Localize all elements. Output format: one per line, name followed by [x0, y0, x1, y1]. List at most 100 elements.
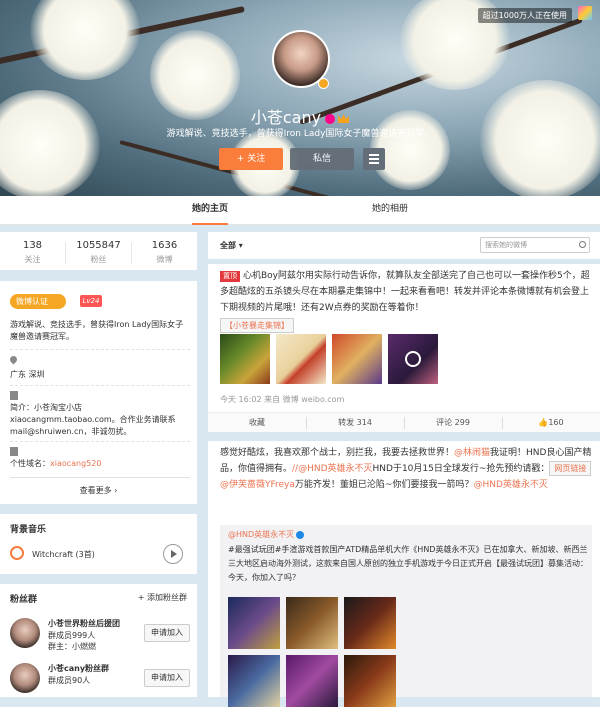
post-image[interactable]: [344, 597, 396, 649]
level-badge[interactable]: Lv24: [80, 295, 102, 307]
music-card: 背景音乐 Witchcraft (3首): [0, 514, 197, 574]
message-button[interactable]: 私信: [290, 148, 354, 170]
following-count[interactable]: 138 关注: [0, 240, 65, 265]
profile-line: mail@shruiwen.cn，非诚勿扰。: [10, 427, 132, 436]
divider: [10, 477, 190, 478]
list-item: 小苍cany粉丝群 群成员90人 申请加入: [10, 661, 190, 701]
domain-link[interactable]: xiaocang520: [50, 459, 101, 468]
count-label: 粉丝: [90, 255, 107, 264]
verified-badge[interactable]: 微博认证: [10, 294, 66, 309]
count-label: 关注: [24, 255, 41, 264]
location-icon: [8, 354, 19, 365]
post-image[interactable]: [286, 597, 338, 649]
avatar[interactable]: [10, 663, 40, 693]
play-button[interactable]: [163, 544, 183, 564]
fan-group-members: 群成员90人: [48, 676, 91, 685]
cover-flower: [30, 0, 140, 80]
like-button[interactable]: 👍160: [502, 413, 600, 433]
avatar[interactable]: [10, 618, 40, 648]
add-fans-group-button[interactable]: + 添加粉丝群: [138, 592, 187, 603]
search-placeholder: 搜索她的微博: [485, 241, 527, 249]
post-body: 万能齐发！董姐已沦陷~你们要接我一箭吗？: [294, 480, 474, 490]
about-description: 游戏解说、竞技选手，曾获得Iron Lady国际女子魔兽邀请赛冠军。: [10, 320, 184, 341]
app-icon[interactable]: [578, 6, 592, 20]
divider: [10, 441, 190, 442]
repost-author-name: @HND英雄永不灭: [228, 530, 295, 539]
profile-tabbar: 她的主页 她的相册: [0, 196, 600, 225]
post-body: 感觉好酷炫，我喜欢那个战士，别拦我，我要去拯救世界！: [220, 448, 455, 458]
post-image[interactable]: [332, 334, 382, 384]
mention-link[interactable]: //@HND英雄永不灭: [292, 464, 373, 474]
location-text: 广东 深圳: [10, 370, 45, 379]
repost-author[interactable]: @HND英雄永不灭: [228, 529, 305, 540]
like-count: 160: [548, 418, 564, 427]
pinned-badge: 置顶: [220, 271, 240, 282]
count-number: 1055847: [76, 240, 121, 251]
list-item: 小苍世界粉丝后援团 群成员999人 群主：小燃燃 申请加入: [10, 616, 190, 656]
post-image[interactable]: [228, 655, 280, 707]
count-label: 微博: [156, 255, 173, 264]
count-number: 1636: [151, 240, 178, 251]
repost-text: #最强试玩团#手渲游戏首款国产ATD精品单机大作《HND英雄永不灭》已在加拿大、…: [228, 545, 588, 582]
tab-album[interactable]: 她的相册: [372, 196, 408, 225]
post-action-bar: 收藏 转发 314 评论 299 👍160: [208, 412, 600, 432]
vip-icon: [296, 530, 305, 539]
join-button[interactable]: 申请加入: [144, 669, 190, 687]
mention-link[interactable]: @伊芙蔷薇YFreya: [220, 480, 295, 490]
post-image[interactable]: [286, 655, 338, 707]
menu-icon: [369, 158, 379, 160]
divider: [10, 349, 190, 350]
fans-card: 粉丝群 + 添加粉丝群 小苍世界粉丝后援团 群成员999人 群主：小燃燃 申请加…: [0, 584, 197, 697]
tab-home[interactable]: 她的主页: [192, 196, 229, 225]
fans-title: 粉丝群: [10, 595, 38, 605]
fan-group-name[interactable]: 小苍cany粉丝群: [48, 663, 109, 674]
video-link[interactable]: 【小苍暴走集锦】: [220, 318, 294, 333]
post-image[interactable]: [220, 334, 270, 384]
post-image[interactable]: [228, 597, 280, 649]
video-thumbnail[interactable]: [388, 334, 438, 384]
post-image[interactable]: [344, 655, 396, 707]
location-row: [8, 354, 190, 368]
see-more-link[interactable]: 查看更多 ›: [0, 485, 197, 496]
fan-group-name[interactable]: 小苍世界粉丝后援团: [48, 618, 120, 629]
web-link[interactable]: 网页链接: [549, 461, 592, 476]
followers-count[interactable]: 1055847 粉丝: [66, 240, 131, 265]
repost-button[interactable]: 转发 314: [306, 413, 404, 433]
weibo-post: 置顶 心机Boy阿兹尔用实际行动告诉你，就算队友全部送完了自己也可以一套操作秒5个…: [208, 264, 600, 432]
crown-icon[interactable]: [338, 114, 350, 123]
track-name[interactable]: Witchcraft (3首): [32, 549, 95, 560]
menu-icon: [369, 154, 379, 156]
weibo-count[interactable]: 1636 微博: [132, 240, 197, 265]
count-number: 138: [22, 240, 43, 251]
favorite-button[interactable]: 收藏: [208, 413, 306, 433]
weibo-post: 感觉好酷炫，我喜欢那个战士，别拦我，我要去拯救世界！@林闹猫我证明！HND良心国…: [208, 441, 600, 707]
thumbs-up-icon: 👍: [538, 418, 549, 427]
divider: [10, 385, 190, 386]
weibo-search-input[interactable]: 搜索她的微博: [480, 237, 590, 253]
female-icon: [325, 113, 336, 124]
follow-button[interactable]: + 关注: [219, 148, 283, 170]
link-icon: [10, 447, 18, 456]
fan-group-members: 群成员999人: [48, 631, 96, 640]
more-menu-button[interactable]: [363, 148, 385, 170]
post-body: HND于10月15日全球发行~抢先预约请戳：: [372, 464, 550, 474]
profile-icon: [10, 391, 18, 400]
verified-icon: [318, 78, 329, 89]
about-card: 微博认证 Lv24 游戏解说、竞技选手，曾获得Iron Lady国际女子魔兽邀请…: [0, 281, 197, 504]
filter-all-dropdown[interactable]: 全部 ▾: [220, 240, 243, 251]
post-image[interactable]: [276, 334, 326, 384]
repost-box: @HND英雄永不灭 #最强试玩团#手渲游戏首款国产ATD精品单机大作《HND英雄…: [220, 525, 592, 707]
post-text: 置顶 心机Boy阿兹尔用实际行动告诉你，就算队友全部送完了自己也可以一套操作秒5个…: [220, 268, 595, 316]
profile-line: xiaocangmm.taobao.com。合作业务请联系: [10, 415, 176, 424]
profile-line: 简介：小苍淘宝小店: [10, 403, 82, 412]
menu-icon: [369, 162, 379, 164]
comment-button[interactable]: 评论 299: [404, 413, 502, 433]
mention-link[interactable]: @林闹猫: [454, 448, 490, 458]
fan-group-owner: 群主：小燃燃: [48, 642, 96, 651]
user-name-text: 小苍cany: [250, 108, 322, 127]
mention-link[interactable]: @HND英雄永不灭: [473, 480, 547, 490]
join-button[interactable]: 申请加入: [144, 624, 190, 642]
domain-label: 个性域名：: [10, 459, 50, 468]
search-icon[interactable]: [579, 241, 586, 248]
feed-filter-bar: 全部 ▾ 搜索她的微博: [208, 232, 600, 259]
